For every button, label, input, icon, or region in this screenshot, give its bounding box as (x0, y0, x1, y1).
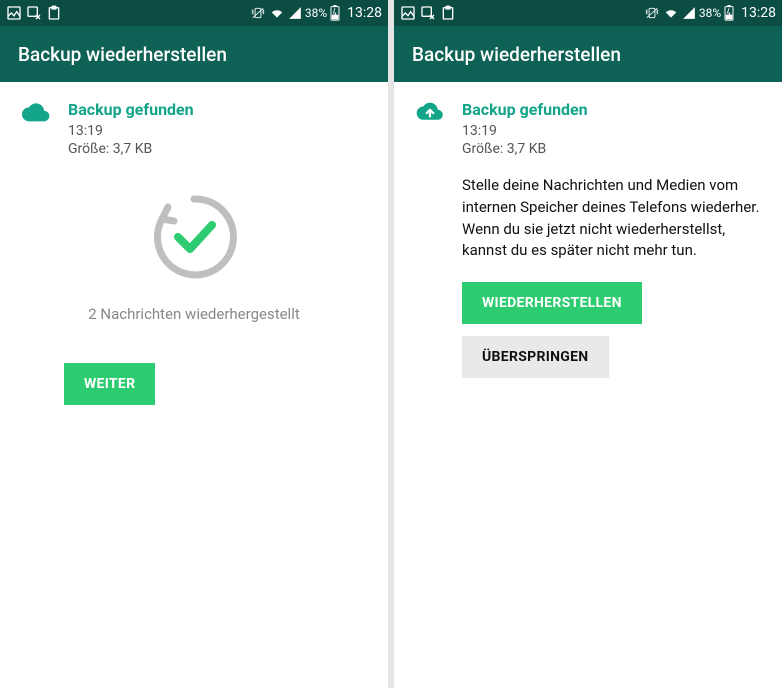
restore-description: Stelle deine Nachrichten und Medien vom … (462, 175, 760, 262)
status-bar: 38% 13:28 (394, 0, 782, 26)
backup-info: Backup gefunden 13:19 Größe: 3,7 KB Stel… (462, 100, 760, 378)
battery-icon (330, 5, 340, 21)
restore-success-graphic: 2 Nachrichten wiederhergestellt (22, 187, 366, 323)
continue-button[interactable]: WEITER (64, 363, 155, 405)
status-right-icons: 38% 13:28 (250, 5, 382, 21)
battery-pct-text: 38% (699, 6, 721, 20)
battery-icon (724, 5, 734, 21)
page-title: Backup wiederherstellen (18, 43, 227, 66)
status-time: 13:28 (741, 5, 776, 21)
image-icon (6, 5, 22, 21)
skip-button[interactable]: ÜBERSPRINGEN (462, 336, 609, 378)
backup-size: Größe: 3,7 KB (462, 141, 760, 157)
status-left-icons (400, 5, 456, 21)
backup-found-label: Backup gefunden (462, 100, 760, 119)
signal-icon (288, 6, 302, 20)
backup-size: Größe: 3,7 KB (68, 141, 366, 157)
image-x-icon (420, 5, 436, 21)
backup-time: 13:19 (68, 123, 366, 139)
backup-found-row: Backup gefunden 13:19 Größe: 3,7 KB (22, 100, 366, 157)
vibrate-icon (644, 6, 660, 20)
backup-info: Backup gefunden 13:19 Größe: 3,7 KB (68, 100, 366, 157)
image-x-icon (26, 5, 42, 21)
backup-found-row: Backup gefunden 13:19 Größe: 3,7 KB Stel… (416, 100, 760, 378)
content: Backup gefunden 13:19 Größe: 3,7 KB Stel… (394, 82, 782, 688)
button-row: WIEDERHERSTELLEN ÜBERSPRINGEN (462, 282, 760, 378)
cloud-upload-icon (416, 102, 444, 126)
phone-left: 38% 13:28 Backup wiederherstellen Backup… (0, 0, 388, 688)
wifi-icon (663, 6, 679, 20)
status-right-icons: 38% 13:28 (644, 5, 776, 21)
wifi-icon (269, 6, 285, 20)
signal-icon (682, 6, 696, 20)
status-bar: 38% 13:28 (0, 0, 388, 26)
restore-check-icon (144, 187, 244, 287)
page-title: Backup wiederherstellen (412, 43, 621, 66)
button-row: WEITER (22, 363, 366, 405)
restore-button[interactable]: WIEDERHERSTELLEN (462, 282, 642, 324)
phone-right: 38% 13:28 Backup wiederherstellen Backup… (394, 0, 782, 688)
status-time: 13:28 (347, 5, 382, 21)
app-bar: Backup wiederherstellen (0, 26, 388, 82)
image-icon (400, 5, 416, 21)
backup-found-label: Backup gefunden (68, 100, 366, 119)
status-left-icons (6, 5, 62, 21)
content: Backup gefunden 13:19 Größe: 3,7 KB 2 Na… (0, 82, 388, 688)
app-bar: Backup wiederherstellen (394, 26, 782, 82)
battery-pct-text: 38% (305, 6, 327, 20)
restored-count-text: 2 Nachrichten wiederhergestellt (88, 305, 300, 323)
clipboard-icon (46, 5, 62, 21)
vibrate-icon (250, 6, 266, 20)
clipboard-icon (440, 5, 456, 21)
backup-time: 13:19 (462, 123, 760, 139)
cloud-icon (22, 102, 50, 126)
